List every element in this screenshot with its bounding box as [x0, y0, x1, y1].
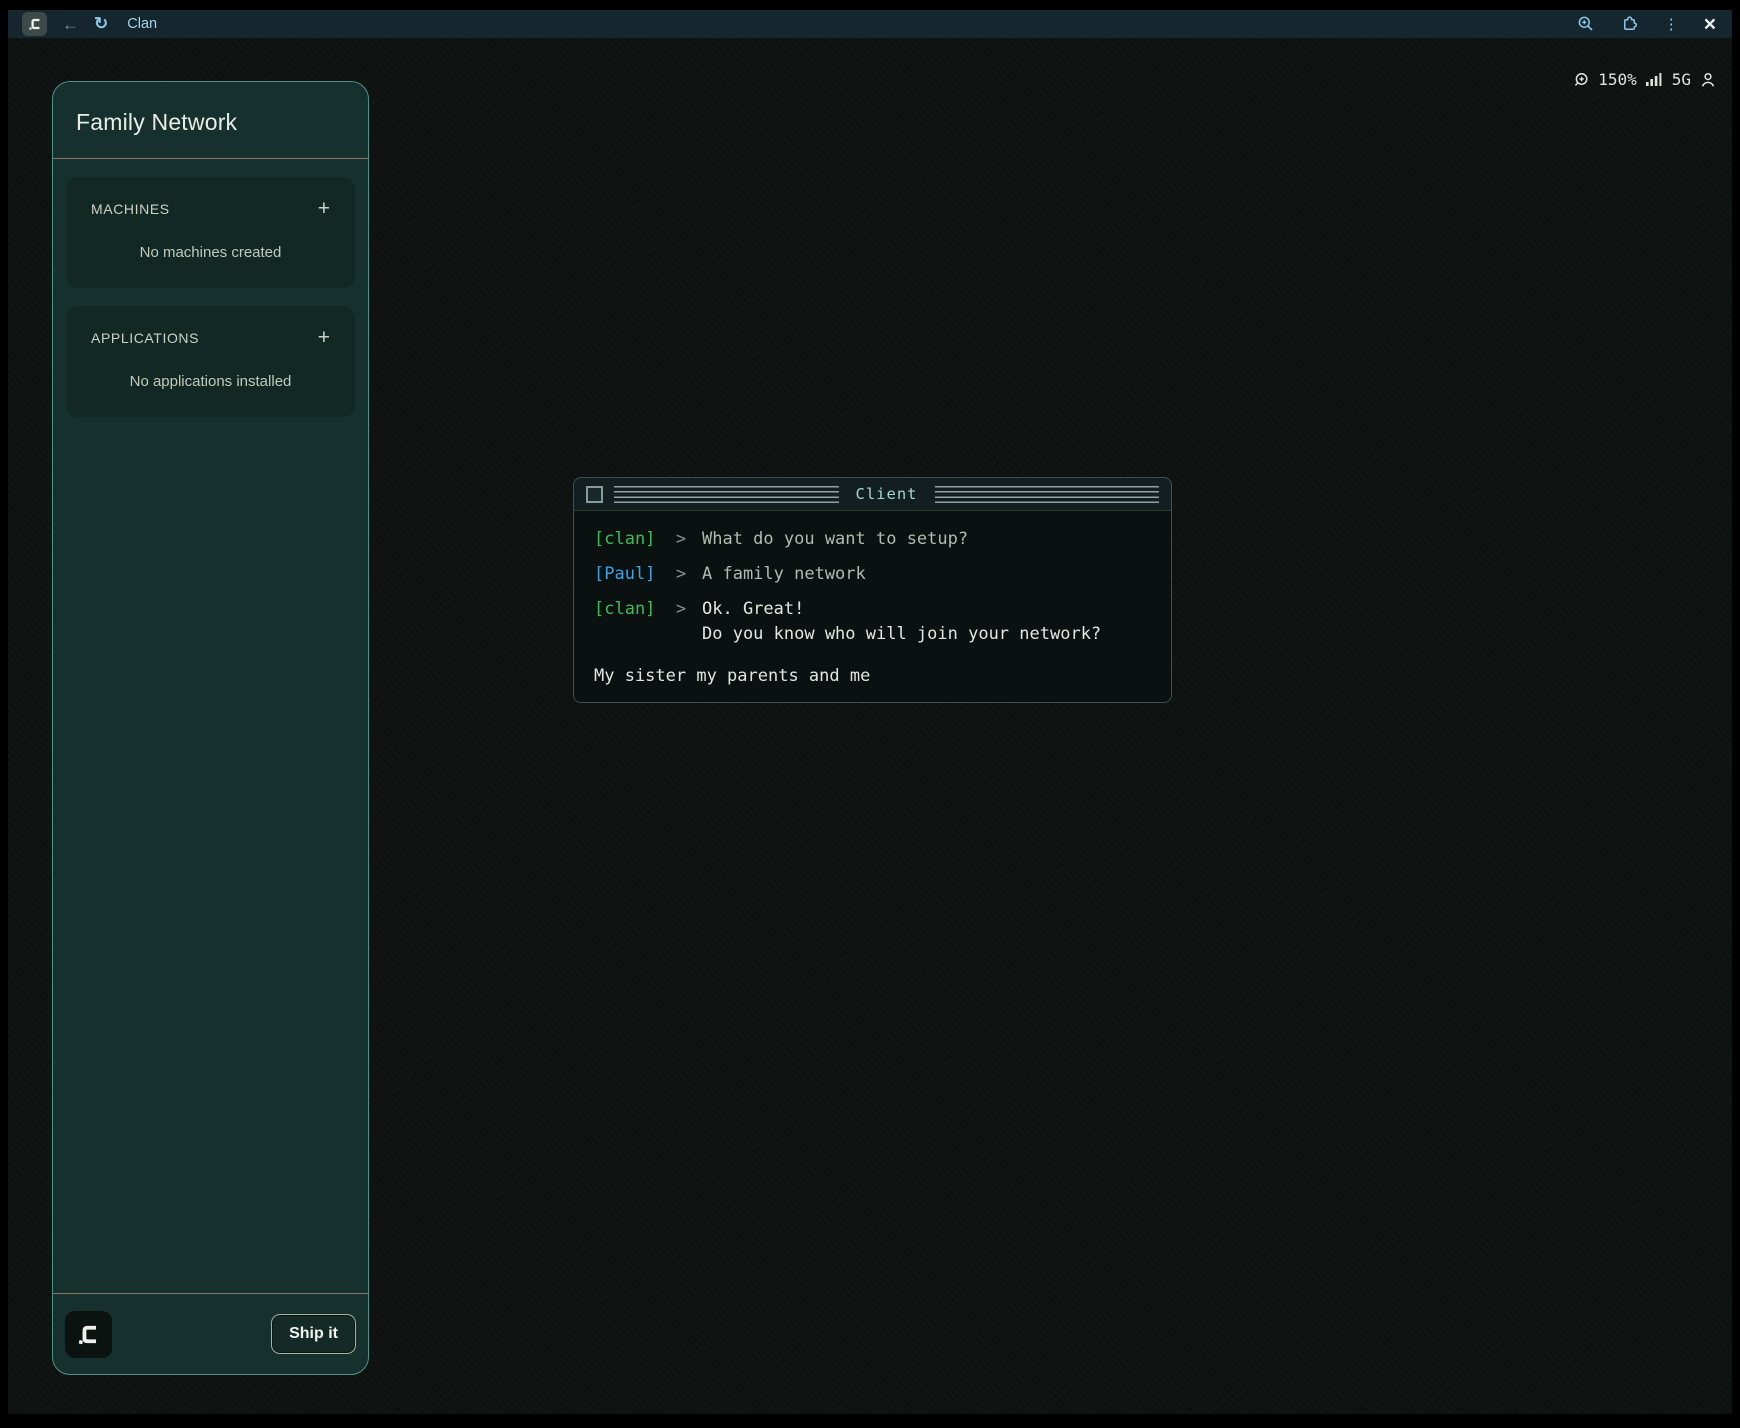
speaker-paul: [Paul]	[594, 563, 660, 586]
prompt-separator: >	[660, 528, 702, 551]
applications-label: APPLICATIONS	[91, 330, 199, 346]
add-application-button[interactable]: +	[318, 327, 330, 348]
applications-empty-text: No applications installed	[91, 373, 330, 390]
add-machine-button[interactable]: +	[318, 198, 330, 219]
machines-label: MACHINES	[91, 201, 170, 217]
page-title: Clan	[127, 16, 157, 32]
chat-message: [clan] > Ok. Great!	[594, 598, 1151, 621]
menu-kebab-icon[interactable]: ⋮	[1664, 15, 1679, 33]
terminal-title: Client	[850, 485, 924, 503]
network-title: Family Network	[76, 109, 345, 136]
message-text: What do you want to setup?	[702, 528, 968, 551]
user-icon[interactable]	[1700, 72, 1716, 88]
prompt-separator: >	[660, 598, 702, 621]
sidebar-panel: Family Network MACHINES + No machines cr…	[52, 81, 369, 1375]
message-text: Ok. Great!	[702, 598, 804, 621]
zoom-level-icon	[1573, 72, 1589, 88]
zoom-in-icon[interactable]	[1577, 15, 1595, 33]
signal-bars-icon	[1646, 72, 1663, 87]
chat-message: [Paul] > A family network	[594, 563, 1151, 586]
client-terminal-window: Client [clan] > What do you want to setu…	[573, 477, 1172, 703]
clan-logo-icon	[75, 1321, 102, 1348]
speaker-clan: [clan]	[594, 528, 660, 551]
message-text-continuation: Do you know who will join your network?	[702, 623, 1151, 646]
prompt-separator: >	[660, 563, 702, 586]
sidebar-footer: Ship it	[53, 1293, 368, 1374]
machines-section: MACHINES + No machines created	[66, 177, 355, 288]
back-icon[interactable]: ←	[62, 16, 79, 33]
terminal-titlebar[interactable]: Client	[574, 478, 1171, 510]
close-icon[interactable]: ×	[1704, 14, 1716, 35]
message-text: A family network	[702, 563, 866, 586]
extensions-icon[interactable]	[1620, 15, 1639, 34]
network-type-label: 5G	[1672, 70, 1691, 89]
titlebar-stripes-left	[614, 486, 839, 503]
ship-it-button[interactable]: Ship it	[271, 1314, 356, 1354]
topbar-actions: ⋮ ×	[1577, 14, 1716, 35]
machines-empty-text: No machines created	[91, 244, 330, 261]
sidebar-spacer	[53, 417, 368, 1293]
speaker-clan: [clan]	[594, 598, 660, 621]
sidebar-header: Family Network	[53, 82, 368, 158]
zoom-level-value: 150%	[1598, 70, 1637, 89]
clan-footer-logo	[65, 1311, 112, 1358]
app-window: ← ↻ Clan ⋮ × 150%	[0, 0, 1740, 1428]
applications-section: APPLICATIONS + No applications installed	[66, 306, 355, 417]
applications-section-header: APPLICATIONS +	[91, 327, 330, 348]
header-divider	[53, 158, 368, 159]
browser-topbar: ← ↻ Clan ⋮ ×	[8, 10, 1732, 38]
terminal-body: [clan] > What do you want to setup? [Pau…	[574, 510, 1171, 702]
terminal-input-line[interactable]: My sister my parents and me	[594, 665, 1151, 688]
app-viewport: 150% 5G Family Network MACHINES	[8, 38, 1732, 1414]
clan-logo-icon	[27, 16, 43, 32]
machines-section-header: MACHINES +	[91, 198, 330, 219]
terminal-close-box[interactable]	[586, 486, 603, 503]
chat-message: [clan] > What do you want to setup?	[594, 528, 1151, 551]
clan-logo-chip	[22, 12, 47, 36]
status-indicators: 150% 5G	[1573, 70, 1716, 89]
titlebar-stripes-right	[935, 486, 1160, 503]
reload-icon[interactable]: ↻	[94, 14, 108, 34]
